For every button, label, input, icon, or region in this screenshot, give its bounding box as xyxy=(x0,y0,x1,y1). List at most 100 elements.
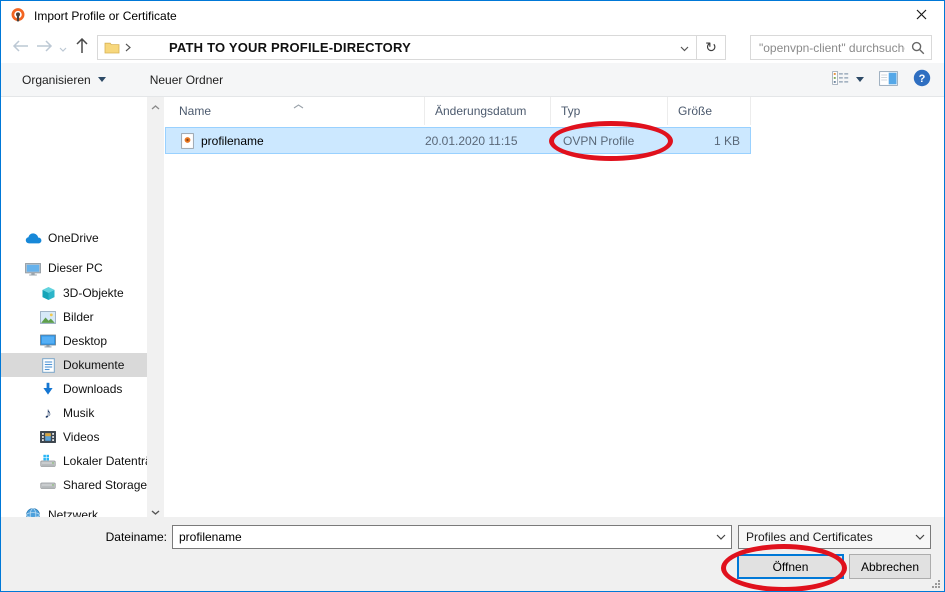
sidebar-item-music[interactable]: ♪ Musik xyxy=(1,401,147,425)
up-arrow-icon xyxy=(76,38,88,57)
file-name-cell: profilename xyxy=(166,133,425,149)
sidebar-item-desktop[interactable]: Desktop xyxy=(1,329,147,353)
sort-ascending-icon xyxy=(293,98,304,112)
forward-arrow-icon xyxy=(36,40,53,55)
column-header-size[interactable]: Größe xyxy=(668,97,751,125)
file-date-cell: 20.01.2020 11:15 xyxy=(425,134,551,148)
column-header-type[interactable]: Typ xyxy=(551,97,668,125)
sidebar-item-label: Bilder xyxy=(63,310,94,324)
filename-label: Dateiname: xyxy=(97,530,167,544)
sidebar-item-label: Dokumente xyxy=(63,358,124,372)
scroll-up-button[interactable] xyxy=(147,97,164,114)
column-header-filler xyxy=(751,97,943,125)
back-button[interactable] xyxy=(8,36,32,60)
breadcrumb[interactable]: PATH TO YOUR PROFILE-DIRECTORY xyxy=(169,40,411,55)
help-button[interactable]: ? xyxy=(913,69,931,90)
refresh-icon: ↻ xyxy=(705,39,717,56)
organize-menu-button[interactable]: Organisieren xyxy=(22,73,106,87)
preview-pane-button[interactable] xyxy=(879,71,898,89)
documents-icon xyxy=(39,358,57,373)
resize-grip-icon[interactable] xyxy=(930,578,940,588)
filename-input[interactable] xyxy=(173,529,711,545)
computer-icon xyxy=(24,261,42,276)
chevron-down-icon xyxy=(59,41,67,55)
3d-objects-icon xyxy=(39,286,57,301)
sidebar-item-onedrive[interactable]: OneDrive xyxy=(1,226,147,250)
title-bar: Import Profile or Certificate xyxy=(1,1,944,31)
sidebar-scrollbar[interactable] xyxy=(147,97,164,519)
chevron-down-icon xyxy=(98,77,106,82)
chevron-up-icon xyxy=(151,99,160,113)
close-icon xyxy=(916,9,927,23)
refresh-button[interactable]: ↻ xyxy=(696,35,726,60)
close-button[interactable] xyxy=(898,1,944,31)
music-icon: ♪ xyxy=(39,406,57,421)
chevron-down-icon xyxy=(151,504,160,518)
navigation-bar: PATH TO YOUR PROFILE-DIRECTORY ↻ xyxy=(1,32,944,63)
videos-icon xyxy=(39,431,57,443)
details-view-icon xyxy=(832,71,849,88)
sidebar-item-label: OneDrive xyxy=(48,231,99,245)
sidebar-item-label: Desktop xyxy=(63,334,107,348)
folder-icon xyxy=(104,41,120,54)
sidebar-item-label: Lokaler Datenträ xyxy=(63,454,147,468)
sidebar-item-3d-objects[interactable]: 3D-Objekte xyxy=(1,281,147,305)
search-box xyxy=(750,35,932,60)
column-header-date[interactable]: Änderungsdatum xyxy=(425,97,551,125)
views-button[interactable] xyxy=(832,71,864,88)
file-type-cell: OVPN Profile xyxy=(551,134,668,148)
cancel-button[interactable]: Abbrechen xyxy=(849,554,931,579)
downloads-icon xyxy=(39,382,57,396)
sidebar-item-pictures[interactable]: Bilder xyxy=(1,305,147,329)
desktop-icon xyxy=(39,334,57,348)
new-folder-button[interactable]: Neuer Ordner xyxy=(150,73,223,87)
address-dropdown-button[interactable] xyxy=(672,41,696,55)
sidebar-item-shared-storage[interactable]: Shared Storage ( xyxy=(1,473,147,497)
sidebar-item-this-pc[interactable]: Dieser PC xyxy=(1,256,147,280)
window-title: Import Profile or Certificate xyxy=(34,9,177,23)
filetype-value: Profiles and Certificates xyxy=(746,530,910,544)
open-button[interactable]: Öffnen xyxy=(737,554,844,579)
recent-locations-button[interactable] xyxy=(56,36,70,60)
chevron-down-icon xyxy=(856,77,864,82)
organize-label: Organisieren xyxy=(22,73,91,87)
sidebar-item-label: Videos xyxy=(63,430,99,444)
command-toolbar: Organisieren Neuer Ordner ? xyxy=(1,63,944,97)
sidebar-item-label: 3D-Objekte xyxy=(63,286,124,300)
chevron-down-icon xyxy=(680,41,689,55)
svg-text:?: ? xyxy=(919,73,926,85)
sidebar-item-label: Shared Storage ( xyxy=(63,478,147,492)
search-icon[interactable] xyxy=(905,41,931,55)
up-button[interactable] xyxy=(70,36,94,60)
drive-icon xyxy=(39,478,57,492)
list-header: Name Änderungsdatum Typ Größe xyxy=(164,97,943,125)
filename-combobox xyxy=(172,525,732,549)
search-input[interactable] xyxy=(751,41,905,55)
sidebar-item-documents[interactable]: Dokumente xyxy=(1,353,147,377)
file-size-cell: 1 KB xyxy=(668,134,746,148)
footer-panel: Dateiname: Profiles and Certificates Öff… xyxy=(1,517,944,591)
preview-pane-icon xyxy=(879,71,898,89)
navigation-pane: OneDrive Dieser PC 3D-Objekte Bilder Des… xyxy=(1,97,164,519)
sidebar-item-local-disk[interactable]: Lokaler Datenträ xyxy=(1,449,147,473)
sidebar-item-videos[interactable]: Videos xyxy=(1,425,147,449)
drive-windows-icon xyxy=(39,454,57,468)
address-bar[interactable]: PATH TO YOUR PROFILE-DIRECTORY xyxy=(97,35,697,60)
pictures-icon xyxy=(39,311,57,324)
import-profile-dialog: Import Profile or Certificate P xyxy=(0,0,945,592)
help-icon: ? xyxy=(913,69,931,90)
sidebar-item-label: Downloads xyxy=(63,382,122,396)
breadcrumb-chevron-icon xyxy=(125,43,131,52)
sidebar-item-label: Musik xyxy=(63,406,94,420)
back-arrow-icon xyxy=(12,40,29,55)
ovpn-file-icon xyxy=(181,133,194,149)
new-folder-label: Neuer Ordner xyxy=(150,73,223,87)
chevron-down-icon xyxy=(910,534,930,540)
filetype-select[interactable]: Profiles and Certificates xyxy=(738,525,931,549)
sidebar-item-downloads[interactable]: Downloads xyxy=(1,377,147,401)
file-row[interactable]: profilename 20.01.2020 11:15 OVPN Profil… xyxy=(165,127,751,154)
onedrive-icon xyxy=(24,232,42,244)
chevron-down-icon[interactable] xyxy=(711,534,731,540)
forward-button[interactable] xyxy=(32,36,56,60)
sidebar-item-label: Dieser PC xyxy=(48,261,103,275)
